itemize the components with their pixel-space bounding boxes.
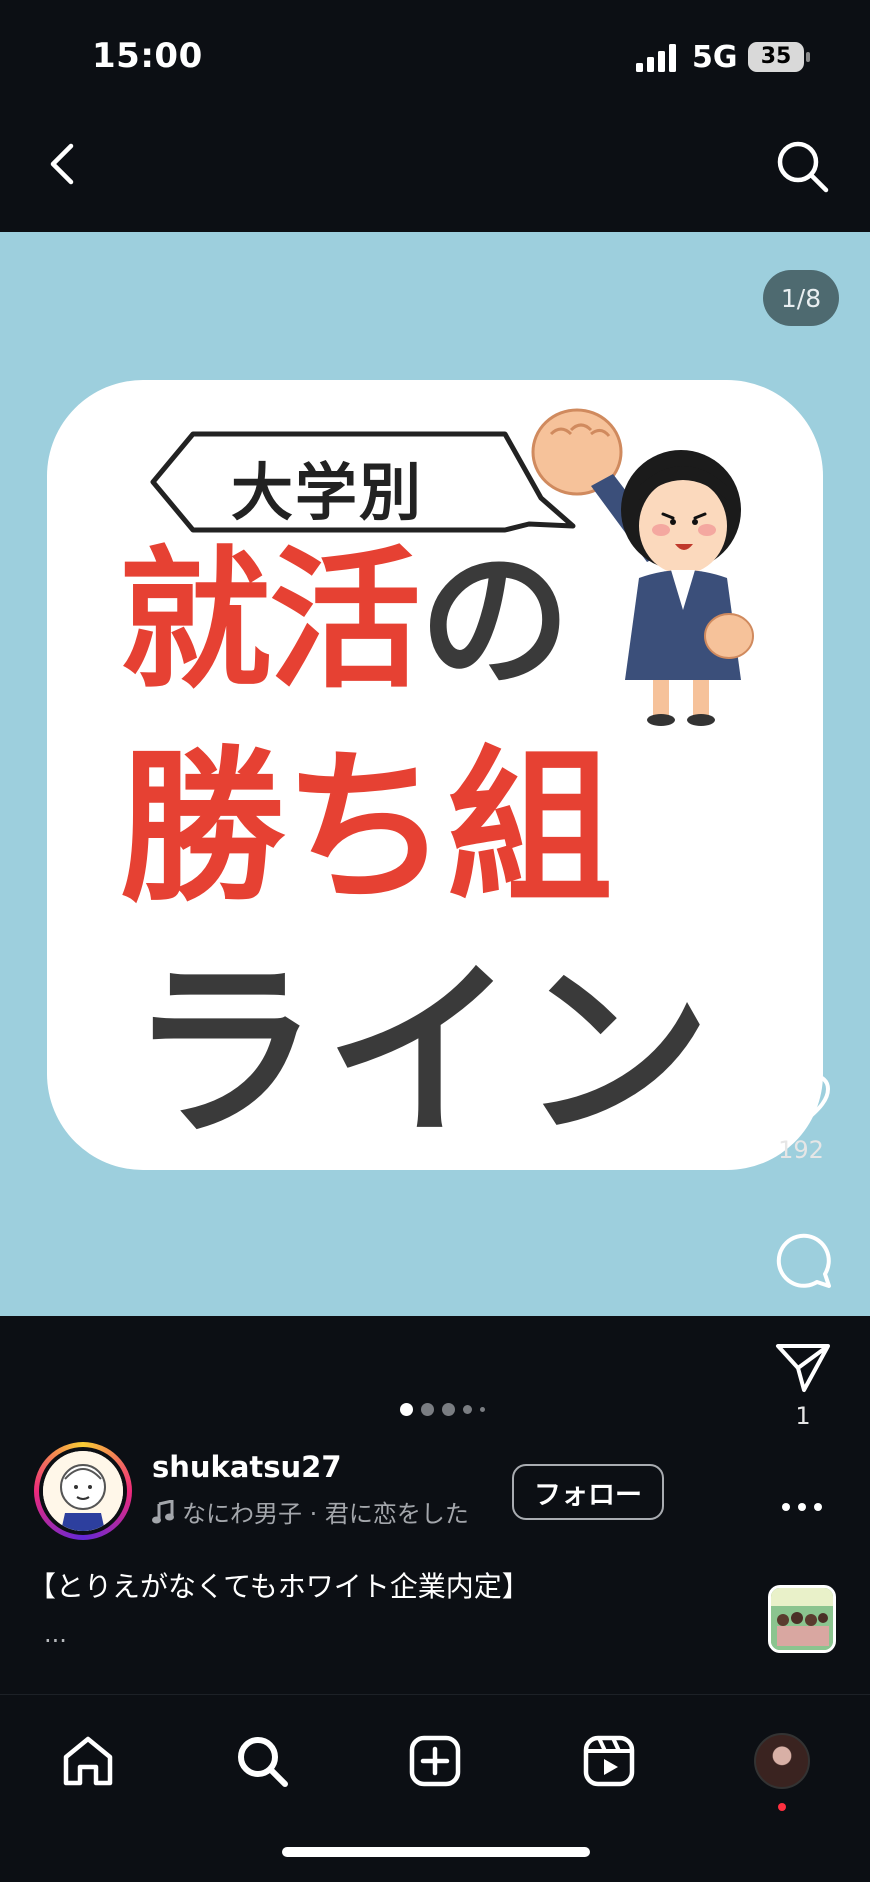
search-button[interactable]	[768, 132, 836, 200]
headline-main: 就活	[119, 532, 421, 709]
audio-cover-image	[771, 1588, 833, 1650]
comment-button[interactable]	[772, 1230, 834, 1290]
carousel-dot	[421, 1402, 434, 1416]
like-count: 192	[778, 1136, 824, 1164]
back-button[interactable]	[30, 132, 94, 196]
nav-search[interactable]	[226, 1725, 298, 1797]
status-time: 15:00	[92, 36, 203, 76]
chevron-left-icon	[50, 143, 74, 185]
carousel-dot	[463, 1404, 472, 1414]
nav-reels[interactable]	[573, 1725, 645, 1797]
home-icon	[63, 1736, 113, 1786]
notification-dot	[778, 1803, 786, 1811]
signal-icon	[636, 44, 676, 72]
nav-profile[interactable]	[746, 1725, 818, 1797]
nav-home[interactable]	[52, 1725, 124, 1797]
share-button[interactable]: 1	[772, 1340, 834, 1430]
battery-level: 35	[760, 44, 792, 69]
bubble-label: 大学別	[230, 456, 423, 529]
author-avatar[interactable]	[34, 1442, 132, 1540]
author-avatar-image	[43, 1451, 123, 1531]
search-icon	[777, 141, 829, 193]
like-button[interactable]: 192	[770, 1072, 832, 1164]
caption-more-link[interactable]: ...	[44, 1620, 67, 1648]
music-title: なにわ男子 · 君に恋をした	[182, 1500, 469, 1528]
home-indicator	[282, 1847, 590, 1857]
slide-counter: 1/8	[763, 270, 839, 326]
follow-button[interactable]: フォロー	[512, 1464, 664, 1520]
headline-line2: 勝ち組	[119, 732, 613, 925]
post-image[interactable]: 1/8 大学別 就活の 勝ち組 ライン	[0, 232, 870, 1316]
create-icon	[409, 1735, 461, 1787]
carousel-dot	[480, 1406, 485, 1412]
reels-icon	[583, 1735, 635, 1787]
post-graphic-card: 大学別 就活の 勝ち組 ライン	[47, 380, 823, 1170]
search-icon	[238, 1737, 288, 1787]
send-icon	[776, 1344, 830, 1392]
battery-icon: 35	[748, 42, 810, 72]
headline-line3: ライン	[129, 942, 718, 1163]
carousel-indicator	[400, 1400, 485, 1418]
music-note-icon	[152, 1499, 174, 1523]
carousel-dot-active	[400, 1402, 413, 1416]
nav-create[interactable]	[399, 1725, 471, 1797]
profile-avatar	[754, 1733, 810, 1789]
comment-icon	[776, 1233, 831, 1288]
share-count: 1	[795, 1402, 811, 1430]
post-caption: 【とりえがなくてもホワイト企業内定】	[28, 1570, 530, 1603]
more-icon	[782, 1503, 822, 1511]
bottom-navigation	[0, 1694, 870, 1882]
status-bar: 15:00 5G 35	[0, 0, 870, 110]
network-label: 5G	[692, 40, 738, 75]
post-header	[0, 110, 870, 232]
headline-line1: 就活の	[119, 530, 571, 712]
heart-icon	[772, 1074, 830, 1126]
audio-thumbnail[interactable]	[768, 1585, 836, 1653]
author-username[interactable]: shukatsu27	[152, 1450, 342, 1484]
music-info[interactable]: なにわ男子 · 君に恋をした	[152, 1494, 469, 1529]
businesswoman-illustration	[531, 408, 754, 726]
more-options-button[interactable]	[768, 1502, 836, 1532]
carousel-dot	[442, 1402, 455, 1416]
